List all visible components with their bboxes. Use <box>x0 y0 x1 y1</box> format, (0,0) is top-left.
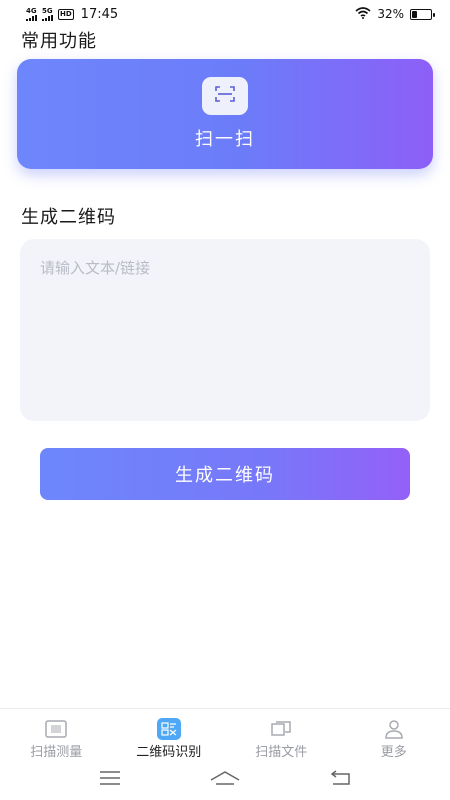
tab-label: 二维码识别 <box>136 745 202 760</box>
status-bar: 4G 5G HD 17:45 32% <box>0 0 450 28</box>
text-link-input[interactable] <box>20 239 430 421</box>
menu-icon[interactable] <box>99 770 121 790</box>
scan-button[interactable]: 扫一扫 <box>17 59 433 169</box>
back-icon[interactable] <box>329 770 351 790</box>
status-right: 32% <box>355 6 435 22</box>
signal-icon: 5G <box>42 6 53 21</box>
scan-icon-box <box>202 77 248 115</box>
network-type-2: 5G <box>42 6 53 15</box>
tab-label: 更多 <box>380 745 407 760</box>
person-icon <box>382 719 406 739</box>
tab-scan-file[interactable]: 扫描文件 <box>225 709 338 760</box>
signal-icon: 4G <box>26 6 37 21</box>
wifi-icon <box>355 6 371 22</box>
tab-more[interactable]: 更多 <box>338 709 450 760</box>
system-nav-bar <box>0 760 450 800</box>
generate-qr-title: 生成二维码 <box>21 207 116 228</box>
scan-frame-icon <box>215 86 235 106</box>
tab-qr-recognize[interactable]: 二维码识别 <box>113 709 226 760</box>
generate-qr-button[interactable]: 生成二维码 <box>40 448 410 500</box>
tab-label: 扫描文件 <box>255 745 308 760</box>
file-scan-icon <box>269 719 293 739</box>
qr-recognize-icon <box>156 718 181 740</box>
bottom-tab-bar: 扫描测量 二维码识别 扫描文件 更多 <box>0 708 450 760</box>
battery-icon <box>410 8 435 20</box>
scan-label: 扫一扫 <box>195 129 255 150</box>
tab-scan-measure[interactable]: 扫描测量 <box>0 709 113 760</box>
scan-frame-icon <box>44 719 68 739</box>
tab-label: 扫描测量 <box>30 745 83 760</box>
status-left: 4G 5G HD 17:45 <box>26 7 118 22</box>
common-functions-title: 常用功能 <box>21 31 97 52</box>
home-icon[interactable] <box>210 770 240 790</box>
network-type-1: 4G <box>26 6 37 15</box>
status-time: 17:45 <box>80 6 119 22</box>
hd-badge: HD <box>58 8 74 20</box>
battery-percent: 32% <box>377 7 404 21</box>
